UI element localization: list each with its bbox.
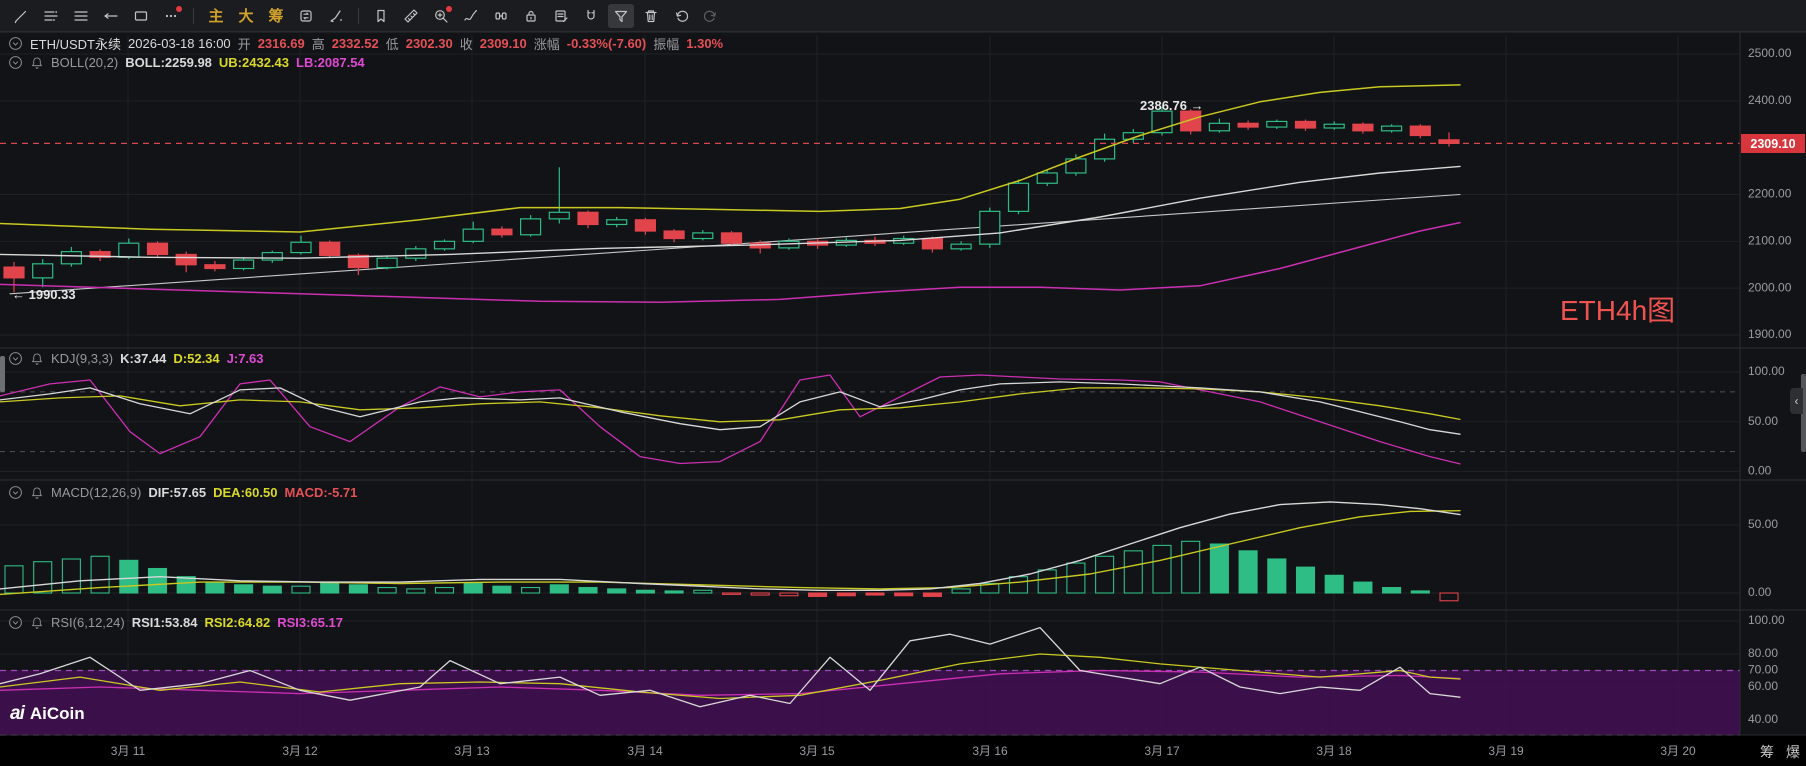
macd-legend-row: MACD(12,26,9) DIF:57.65 DEA:60.50 MACD:-…	[8, 485, 357, 500]
alert-bell-icon[interactable]	[30, 616, 44, 630]
svg-text:3月 12: 3月 12	[282, 744, 318, 758]
open-value: 2316.69	[257, 36, 305, 51]
macd-hist-value: MACD:-5.71	[284, 485, 358, 500]
svg-text:0.00: 0.00	[1748, 585, 1772, 599]
liquidation-button[interactable]: 爆	[1786, 742, 1800, 762]
boll-lb-value: LB:2087.54	[296, 55, 365, 70]
left-scroll-handle[interactable]	[0, 356, 5, 392]
low-price-marker: ← 1990.33	[12, 287, 76, 302]
svg-text:3月 16: 3月 16	[972, 744, 1008, 758]
macd-dif-value: DIF:57.65	[148, 485, 207, 500]
change-label: 涨幅	[533, 37, 560, 52]
symbol-info-row: ETH/USDT永续 2026-03-18 16:00 开 2316.69 高 …	[8, 34, 723, 53]
svg-text:1900.00: 1900.00	[1748, 327, 1792, 341]
chart-watermark: ETH4h图	[1560, 295, 1676, 326]
svg-text:3月 11: 3月 11	[111, 744, 146, 758]
high-label: 高	[311, 37, 325, 52]
svg-text:2100.00: 2100.00	[1748, 234, 1792, 248]
svg-text:3月 14: 3月 14	[627, 744, 663, 758]
chevron-circle-icon[interactable]	[8, 36, 23, 51]
alert-bell-icon[interactable]	[30, 56, 44, 70]
chart-canvas[interactable]: 2500.00 2400.00 2200.00 2100.00 2000.00 1900.…	[0, 0, 1806, 766]
boll-legend-row: BOLL(20,2) BOLL:2259.98 UB:2432.43 LB:20…	[8, 55, 365, 70]
close-label: 收	[459, 37, 473, 52]
boll-name[interactable]: BOLL(20,2)	[51, 55, 118, 70]
macd-name[interactable]: MACD(12,26,9)	[51, 485, 141, 500]
boll-mid-value: BOLL:2259.98	[125, 55, 212, 70]
rsi-name[interactable]: RSI(6,12,24)	[51, 615, 125, 630]
rsi3-value: RSI3:65.17	[277, 615, 343, 630]
right-panel-expand-handle[interactable]: ‹	[1790, 388, 1803, 414]
low-value: 2302.30	[405, 36, 453, 51]
svg-text:50.00: 50.00	[1748, 517, 1778, 531]
svg-text:3月 18: 3月 18	[1316, 744, 1352, 758]
chips-distribution-button[interactable]: 筹	[1760, 742, 1774, 762]
svg-text:0.00: 0.00	[1748, 464, 1772, 478]
alert-bell-icon[interactable]	[30, 352, 44, 366]
bar-datetime: 2026-03-18 16:00	[128, 36, 231, 51]
svg-text:2000.00: 2000.00	[1748, 280, 1792, 294]
macd-dea-value: DEA:60.50	[213, 485, 278, 500]
chevron-circle-icon[interactable]	[8, 351, 23, 366]
kdj-legend-row: KDJ(9,3,3) K:37.44 D:52.34 J:7.63	[8, 351, 264, 366]
svg-text:80.00: 80.00	[1748, 646, 1778, 660]
kdj-j-value: J:7.63	[226, 351, 264, 366]
kdj-d-value: D:52.34	[173, 351, 220, 366]
svg-text:2500.00: 2500.00	[1748, 46, 1792, 60]
amplitude-value: 1.30%	[686, 36, 724, 51]
svg-text:100.00: 100.00	[1748, 364, 1785, 378]
svg-text:3月 19: 3月 19	[1488, 744, 1524, 758]
kdj-k-value: K:37.44	[120, 351, 167, 366]
symbol-name[interactable]: ETH/USDT永续	[30, 34, 121, 53]
high-value: 2332.52	[331, 36, 379, 51]
rsi2-value: RSI2:64.82	[204, 615, 271, 630]
chevron-circle-icon[interactable]	[8, 485, 23, 500]
svg-text:40.00: 40.00	[1748, 712, 1778, 726]
svg-text:60.00: 60.00	[1748, 679, 1778, 693]
svg-text:3月 13: 3月 13	[454, 744, 490, 758]
change-value: -0.33%(-7.60)	[566, 36, 647, 51]
rsi1-value: RSI1:53.84	[131, 615, 198, 630]
last-price-tag[interactable]: 2309.10	[1741, 134, 1805, 153]
svg-text:70.00: 70.00	[1748, 663, 1778, 677]
low-label: 低	[385, 37, 399, 52]
svg-text:50.00: 50.00	[1748, 414, 1778, 428]
kdj-name[interactable]: KDJ(9,3,3)	[51, 351, 113, 366]
bottom-right-tools: 筹 爆	[1760, 742, 1800, 762]
amplitude-label: 振幅	[653, 37, 680, 52]
chevron-circle-icon[interactable]	[8, 615, 23, 630]
aicoin-logo: ai AiCoin	[10, 703, 85, 725]
boll-ub-value: UB:2432.43	[218, 55, 290, 70]
svg-text:2400.00: 2400.00	[1748, 93, 1792, 107]
svg-text:3月 15: 3月 15	[799, 744, 835, 758]
rsi-legend-row: RSI(6,12,24) RSI1:53.84 RSI2:64.82 RSI3:…	[8, 615, 343, 630]
svg-text:100.00: 100.00	[1748, 613, 1785, 627]
svg-text:2200.00: 2200.00	[1748, 187, 1792, 201]
high-price-marker: 2386.76 →	[1140, 98, 1204, 113]
close-value: 2309.10	[479, 36, 527, 51]
alert-bell-icon[interactable]	[30, 486, 44, 500]
svg-text:3月 20: 3月 20	[1660, 744, 1696, 758]
aicoin-logo-word: AiCoin	[29, 704, 85, 723]
aicoin-logo-mark: ai	[10, 703, 25, 724]
chevron-circle-icon[interactable]	[8, 55, 23, 70]
open-label: 开	[237, 37, 251, 52]
svg-text:3月 17: 3月 17	[1144, 744, 1180, 758]
trading-app-window: 主 大 筹 2500.00 2400.00 2200.00 2100.00 2000.0…	[0, 0, 1806, 766]
